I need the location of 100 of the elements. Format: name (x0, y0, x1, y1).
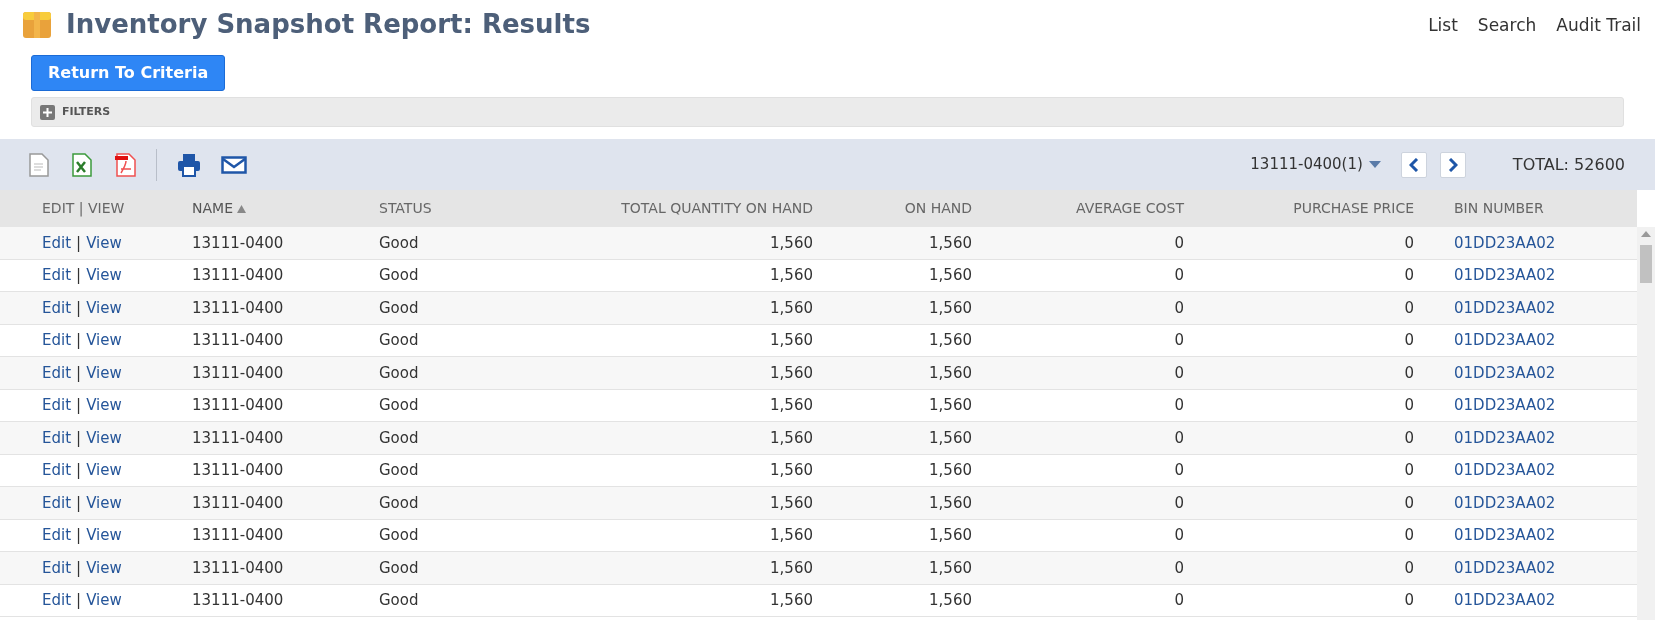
table-cell: 0 (1174, 526, 1184, 544)
bin-number-link[interactable]: 01DD23AA02 (1454, 233, 1556, 252)
view-link[interactable]: View (86, 363, 122, 382)
table-cell: 13111-0400 (192, 331, 284, 349)
edit-link[interactable]: Edit (42, 233, 72, 252)
table-cell: Good (379, 233, 419, 252)
table-cell: 1,560 (770, 298, 813, 317)
edit-link[interactable]: Edit (42, 591, 72, 609)
table-cell: 1,560 (770, 363, 813, 382)
bin-number-link[interactable]: 01DD23AA02 (1454, 363, 1556, 382)
view-link[interactable]: View (86, 493, 122, 512)
table-cell: 0 (1404, 233, 1414, 252)
record-selector-dropdown[interactable]: 13111-0400(1) (1250, 153, 1381, 176)
column-header[interactable]: STATUS (379, 200, 432, 216)
view-link[interactable]: View (86, 461, 122, 479)
edit-link[interactable]: Edit (42, 428, 72, 447)
table-cell: 0 (1404, 298, 1414, 317)
next-page-button[interactable] (1439, 151, 1466, 178)
table-cell: 1,560 (770, 493, 813, 512)
filters-label[interactable]: FILTERS (62, 103, 111, 121)
edit-link[interactable]: Edit (42, 363, 72, 382)
separator: | (76, 591, 82, 609)
column-header[interactable]: AVERAGE COST (1076, 200, 1184, 216)
bin-number-link[interactable]: 01DD23AA02 (1454, 298, 1556, 317)
expand-icon[interactable] (40, 104, 55, 120)
table-cell: 1,560 (929, 493, 972, 512)
table-cell: 0 (1404, 558, 1414, 577)
bin-number-link[interactable]: 01DD23AA02 (1454, 591, 1556, 609)
column-header[interactable]: NAME (192, 200, 233, 216)
view-link[interactable]: View (86, 591, 122, 609)
separator: | (76, 428, 82, 447)
column-header[interactable]: EDIT | VIEW (42, 200, 125, 216)
bin-number-link[interactable]: 01DD23AA02 (1454, 493, 1556, 512)
bin-number-link[interactable]: 01DD23AA02 (1454, 461, 1556, 479)
nav-link[interactable]: Search (1477, 13, 1537, 39)
table-cell: 1,560 (929, 591, 972, 609)
table-cell: 1,560 (770, 428, 813, 447)
table-cell: 0 (1174, 298, 1184, 317)
view-link[interactable]: View (86, 298, 122, 317)
separator: | (76, 266, 82, 284)
edit-link[interactable]: Edit (42, 298, 72, 317)
previous-page-button[interactable] (1400, 151, 1427, 178)
bin-number-link[interactable]: 01DD23AA02 (1454, 428, 1556, 447)
column-header[interactable]: PURCHASE PRICE (1293, 200, 1414, 216)
edit-link[interactable]: Edit (42, 558, 72, 577)
nav-link[interactable]: Audit Trail (1556, 13, 1641, 39)
bin-number-link[interactable]: 01DD23AA02 (1454, 526, 1556, 544)
edit-link[interactable]: Edit (42, 396, 72, 414)
table-cell: 13111-0400 (192, 493, 284, 512)
view-link[interactable]: View (86, 558, 122, 577)
separator: | (76, 461, 82, 479)
bin-number-link[interactable]: 01DD23AA02 (1454, 558, 1556, 577)
view-link[interactable]: View (86, 428, 122, 447)
separator: | (76, 396, 82, 414)
table-cell: Good (379, 493, 419, 512)
edit-link[interactable]: Edit (42, 526, 72, 544)
view-link[interactable]: View (86, 233, 122, 252)
bin-number-link[interactable]: 01DD23AA02 (1454, 266, 1556, 284)
email-icon[interactable] (221, 154, 247, 175)
table-cell: 13111-0400 (192, 558, 284, 577)
edit-link[interactable]: Edit (42, 493, 72, 512)
table-cell: 1,560 (929, 363, 972, 382)
table-cell: Good (379, 428, 419, 447)
print-icon[interactable] (177, 152, 201, 177)
bin-number-link[interactable]: 01DD23AA02 (1454, 331, 1556, 349)
table-cell: 13111-0400 (192, 591, 284, 609)
nav-link[interactable]: List (1428, 13, 1458, 39)
column-header[interactable]: ON HAND (904, 200, 972, 216)
table-cell: Good (379, 526, 419, 544)
caret-icon (1368, 160, 1381, 169)
view-link[interactable]: View (86, 266, 122, 284)
view-link[interactable]: View (86, 396, 122, 414)
table-cell: Good (379, 298, 419, 317)
edit-link[interactable]: Edit (42, 331, 72, 349)
scrollbar-thumb[interactable] (1640, 245, 1652, 283)
pdf-icon[interactable] (114, 152, 136, 177)
column-header[interactable]: BIN NUMBER (1454, 200, 1544, 216)
bin-number-link[interactable]: 01DD23AA02 (1454, 396, 1556, 414)
view-link[interactable]: View (86, 331, 122, 349)
table-cell: Good (379, 558, 419, 577)
column-header[interactable]: TOTAL QUANTITY ON HAND (621, 200, 813, 216)
return-to-criteria-button[interactable]: Return To Criteria (31, 55, 226, 91)
table-cell: 1,560 (929, 461, 972, 479)
table-cell: 1,560 (929, 396, 972, 414)
edit-link[interactable]: Edit (42, 461, 72, 479)
separator: | (76, 298, 82, 317)
view-link[interactable]: View (86, 526, 122, 544)
table-cell: 0 (1174, 233, 1184, 252)
table-cell: 13111-0400 (192, 396, 284, 414)
table-cell: 13111-0400 (192, 461, 284, 479)
table-cell: 13111-0400 (192, 428, 284, 447)
separator: | (76, 363, 82, 382)
edit-link[interactable]: Edit (42, 266, 72, 284)
table-cell: 1,560 (770, 526, 813, 544)
spreadsheet-icon[interactable] (72, 152, 92, 177)
table-cell: 1,560 (929, 266, 972, 284)
table-cell: 0 (1404, 493, 1414, 512)
table-cell: 1,560 (929, 428, 972, 447)
table-cell: 0 (1174, 493, 1184, 512)
separator: | (76, 233, 82, 252)
